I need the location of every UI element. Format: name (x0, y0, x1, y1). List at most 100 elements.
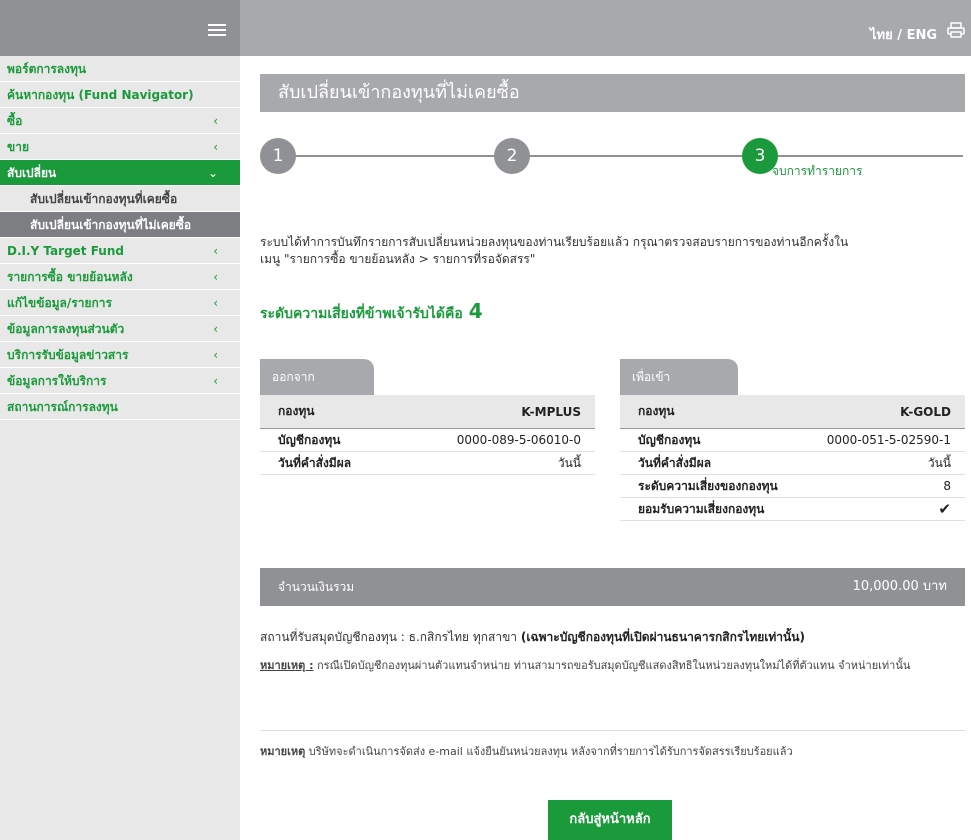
sidebar-item-label: สับเปลี่ยน (7, 166, 57, 180)
sidebar: พอร์ตการลงทุน ค้นหากองทุน (Fund Navigato… (0, 56, 240, 840)
sidebar-item-label: สถานการณ์การลงทุน (7, 400, 118, 414)
lang-eng-link[interactable]: ENG (907, 28, 937, 43)
success-message-line-1: ระบบได้ทำการบันทึกรายการสับเปลี่ยนหน่วยล… (260, 235, 849, 249)
sidebar-item-label: พอร์ตการลงทุน (7, 62, 87, 76)
table-row: ระดับความเสี่ยงของกองทุน 8 (620, 475, 965, 498)
passbook-pickup-info: สถานที่รับสมุดบัญชีกองทุน : ธ.กสิกรไทย ท… (260, 628, 965, 647)
sidebar-item-label: ค้นหากองทุน (Fund Navigator) (7, 88, 194, 102)
lang-thai-link[interactable]: ไทย (870, 28, 893, 43)
chevron-left-icon: ‹ (213, 140, 218, 154)
from-fund-value: K-MPLUS (521, 404, 581, 419)
row-key: บัญชีกองทุน (638, 432, 701, 447)
sidebar-subitem-switch-existing[interactable]: สับเปลี่ยนเข้ากองทุนที่เคยซื้อ (0, 186, 240, 212)
total-amount-value: 10,000.00 บาท (852, 579, 947, 594)
row-key: วันที่คำสั่งมีผล (638, 455, 712, 470)
step-1: 1 (260, 138, 296, 174)
sidebar-item-label: ข้อมูลการให้บริการ (7, 374, 107, 388)
table-row: วันที่คำสั่งมีผล วันนี้ (260, 452, 595, 475)
step-connector (530, 155, 742, 157)
chevron-left-icon: ‹ (213, 322, 218, 336)
step-connector (296, 155, 494, 157)
to-fund-table: กองทุน K-GOLD บัญชีกองทุน 0000-051-5-025… (620, 395, 965, 521)
tab-to: เพื่อเข้า (620, 359, 738, 395)
chevron-down-icon: ⌄ (207, 166, 218, 180)
step-2: 2 (494, 138, 530, 174)
risk-level: ระดับความเสี่ยงที่ข้าพเจ้ารับได้คือ 4 (260, 299, 483, 325)
sidebar-item-label: บริการรับข้อมูลข่าวสาร (7, 348, 129, 362)
note-email: หมายเหตุ บริษัทจะดำเนินการจัดส่ง e-mail … (260, 742, 965, 760)
note-text: กรณีเปิดบัญชีกองทุนผ่านตัวแทนจำหน่าย ท่า… (313, 659, 911, 672)
note-label: หมายเหตุ : (260, 659, 314, 672)
printer-icon[interactable] (947, 22, 965, 38)
step-connector (778, 155, 963, 157)
to-fund-header: กองทุน K-GOLD (620, 395, 965, 429)
risk-level-label: ระดับความเสี่ยงที่ข้าพเจ้ารับได้คือ (260, 306, 463, 322)
note-agent: หมายเหตุ : กรณีเปิดบัญชีกองทุนผ่านตัวแทน… (260, 657, 965, 674)
table-row: บัญชีกองทุน 0000-089-5-06010-0 (260, 429, 595, 452)
top-bar-left (0, 0, 240, 56)
sidebar-item-label: แก้ไขข้อมูล/รายการ (7, 296, 112, 310)
table-row: วันที่คำสั่งมีผล วันนี้ (620, 452, 965, 475)
pickup-prefix: สถานที่รับสมุดบัญชีกองทุน : ธ.กสิกรไทย ท… (260, 630, 521, 644)
sidebar-item-personal-info[interactable]: ข้อมูลการลงทุนส่วนตัว ‹ (0, 316, 240, 342)
sidebar-item-market-situation[interactable]: สถานการณ์การลงทุน (0, 394, 240, 420)
success-message: ระบบได้ทำการบันทึกรายการสับเปลี่ยนหน่วยล… (260, 234, 970, 268)
sidebar-item-label: ข้อมูลการลงทุนส่วนตัว (7, 322, 125, 336)
row-key: วันที่คำสั่งมีผล (278, 455, 352, 470)
to-fund-value: K-GOLD (900, 404, 951, 419)
main-content: สับเปลี่ยนเข้ากองทุนที่ไม่เคยซื้อ 1 2 3 … (240, 56, 971, 840)
from-fund-label: กองทุน (278, 404, 315, 418)
pickup-condition: (เฉพาะบัญชีกองทุนที่เปิดผ่านธนาคารกสิกรไ… (520, 630, 805, 644)
chevron-left-icon: ‹ (213, 244, 218, 258)
row-value: 0000-089-5-06010-0 (456, 433, 581, 447)
row-value: 8 (943, 479, 951, 493)
sidebar-item-label: D.I.Y Target Fund (7, 244, 124, 258)
sidebar-item-edit[interactable]: แก้ไขข้อมูล/รายการ ‹ (0, 290, 240, 316)
from-fund-header: กองทุน K-MPLUS (260, 395, 595, 429)
sidebar-item-sell[interactable]: ขาย ‹ (0, 134, 240, 160)
row-value: 0000-051-5-02590-1 (826, 433, 951, 447)
sidebar-subitem-switch-new[interactable]: สับเปลี่ยนเข้ากองทุนที่ไม่เคยซื้อ (0, 212, 240, 238)
from-fund-table: กองทุน K-MPLUS บัญชีกองทุน 0000-089-5-06… (260, 395, 595, 475)
divider (260, 730, 965, 731)
note-label: หมายเหตุ (260, 745, 306, 758)
step-indicator: 1 2 3 จบการทำรายการ (260, 138, 965, 178)
sidebar-item-switch[interactable]: สับเปลี่ยน ⌄ (0, 160, 240, 186)
success-message-line-2: เมนู "รายการซื้อ ขายย้อนหลัง > รายการที่… (260, 252, 536, 266)
sidebar-item-fund-navigator[interactable]: ค้นหากองทุน (Fund Navigator) (0, 82, 240, 108)
sidebar-item-portfolio[interactable]: พอร์ตการลงทุน (0, 56, 240, 82)
sidebar-item-news-service[interactable]: บริการรับข้อมูลข่าวสาร ‹ (0, 342, 240, 368)
sidebar-item-label: ซื้อ (7, 114, 23, 128)
chevron-left-icon: ‹ (213, 296, 218, 310)
chevron-left-icon: ‹ (213, 270, 218, 284)
top-bar: ไทย / ENG (0, 0, 971, 56)
row-value: วันนี้ (557, 455, 581, 470)
sidebar-item-buy[interactable]: ซื้อ ‹ (0, 108, 240, 134)
chevron-left-icon: ‹ (213, 114, 218, 128)
total-amount-label: จำนวนเงินรวม (278, 580, 355, 594)
sidebar-item-label: รายการซื้อ ขายย้อนหลัง (7, 270, 133, 284)
note-text: บริษัทจะดำเนินการจัดส่ง e-mail แจ้งยืนยั… (305, 745, 793, 758)
sidebar-item-service-info[interactable]: ข้อมูลการให้บริการ ‹ (0, 368, 240, 394)
hamburger-icon[interactable] (208, 24, 226, 38)
chevron-left-icon: ‹ (213, 374, 218, 388)
page-title: สับเปลี่ยนเข้ากองทุนที่ไม่เคยซื้อ (260, 74, 965, 112)
sidebar-item-label: ขาย (7, 140, 29, 154)
checkmark-icon: ✔ (938, 500, 951, 518)
sidebar-item-history[interactable]: รายการซื้อ ขายย้อนหลัง ‹ (0, 264, 240, 290)
to-fund-label: กองทุน (638, 404, 675, 418)
risk-level-value: 4 (468, 299, 483, 323)
row-key: ระดับความเสี่ยงของกองทุน (638, 478, 778, 493)
table-row: ยอมรับความเสี่ยงกองทุน ✔ (620, 498, 965, 521)
back-to-home-button[interactable]: กลับสู่หน้าหลัก (548, 800, 672, 840)
step-3-label: จบการทำรายการ (772, 164, 863, 178)
chevron-left-icon: ‹ (213, 348, 218, 362)
tab-from: ออกจาก (260, 359, 374, 395)
language-switch: ไทย / ENG (870, 24, 937, 45)
sidebar-item-diy-target-fund[interactable]: D.I.Y Target Fund ‹ (0, 238, 240, 264)
total-amount-bar: จำนวนเงินรวม 10,000.00 บาท (260, 568, 965, 606)
row-value: วันนี้ (927, 455, 951, 470)
lang-separator: / (892, 28, 907, 43)
row-key: ยอมรับความเสี่ยงกองทุน (638, 501, 765, 516)
row-key: บัญชีกองทุน (278, 432, 341, 447)
